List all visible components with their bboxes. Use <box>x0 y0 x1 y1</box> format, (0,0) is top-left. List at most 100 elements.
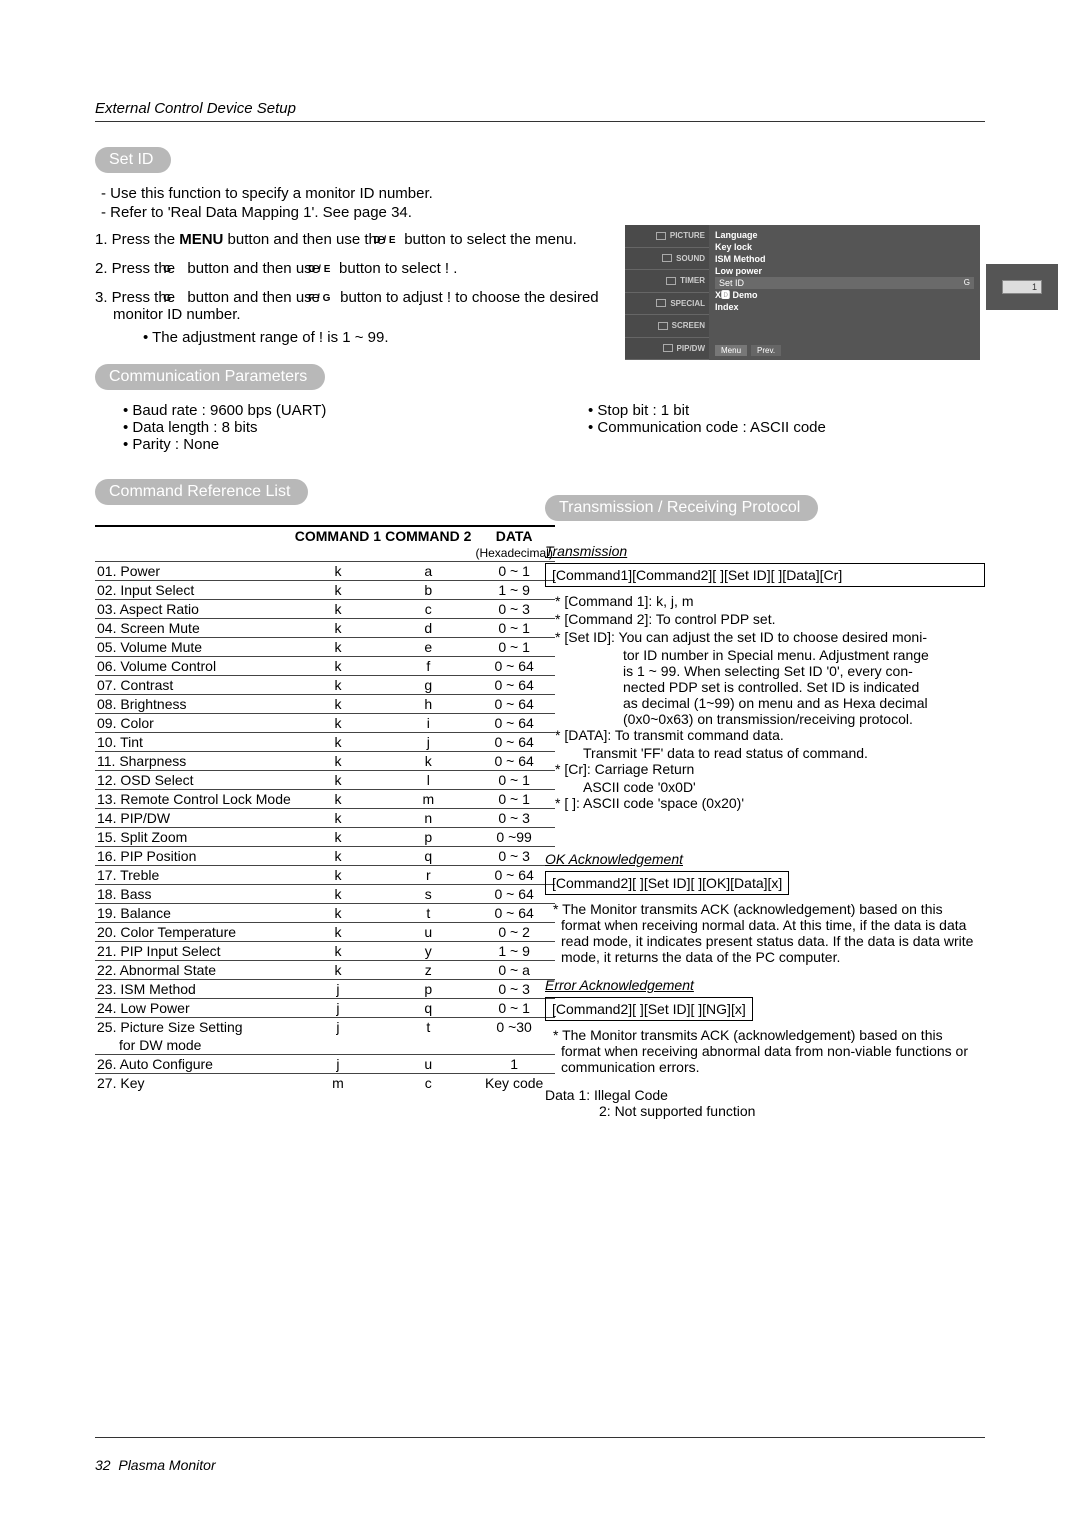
page-footer: 32 Plasma Monitor <box>95 1457 216 1473</box>
table-row: 04. Screen Mutekd0 ~ 1 <box>95 619 555 638</box>
command-table: COMMAND 1 COMMAND 2 DATA (Hexadecimal) 0… <box>95 525 555 1092</box>
cmd-name: 12. OSD Select <box>95 771 293 790</box>
table-row: 18. Bassks0 ~ 64 <box>95 885 555 904</box>
cmd2: k <box>383 752 473 771</box>
cmd2: b <box>383 581 473 600</box>
transmission-notes: * [Command 1]: k, j, m * [Command 2]: To… <box>545 593 985 811</box>
cmd-data: 1 ~ 9 <box>473 581 554 600</box>
cmd-name: 21. PIP Input Select <box>95 942 293 961</box>
cmd2: a <box>383 562 473 581</box>
th-data-sub: (Hexadecimal) <box>473 545 554 562</box>
table-row: 20. Color Temperatureku0 ~ 2 <box>95 923 555 942</box>
cmd-data: 0 ~ 64 <box>473 752 554 771</box>
ok-ack-box: [Command2][ ][Set ID][ ][OK][Data][x] <box>545 871 789 895</box>
table-row: 09. Colorki0 ~ 64 <box>95 714 555 733</box>
bullet-item: Use this function to specify a monitor I… <box>101 185 635 202</box>
cmd-extra: for DW mode <box>95 1036 293 1055</box>
cmd1: k <box>293 657 383 676</box>
cmd-data: 0 ~ 3 <box>473 847 554 866</box>
osd-tab: PICTURE <box>625 225 709 248</box>
table-row: for DW mode <box>95 1036 555 1055</box>
cmd-name: 20. Color Temperature <box>95 923 293 942</box>
table-row: 02. Input Selectkb1 ~ 9 <box>95 581 555 600</box>
cmd-data: 0 ~ 64 <box>473 714 554 733</box>
cmd2: i <box>383 714 473 733</box>
g-indicator: G <box>964 277 970 289</box>
note: * [Command 2]: To control PDP set. <box>545 611 985 627</box>
comm-params-heading: Communication Parameters <box>95 364 325 390</box>
t: PIP/DW <box>677 344 705 353</box>
cmd-data: 0 ~ 64 <box>473 657 554 676</box>
table-row: 11. Sharpnesskk0 ~ 64 <box>95 752 555 771</box>
th-data: DATA <box>473 526 554 545</box>
cmd1: j <box>293 1055 383 1074</box>
t: button and then use <box>183 289 324 306</box>
osd-prev-btn: Prev. <box>751 345 781 356</box>
osd-tab: SOUND <box>625 248 709 271</box>
osd-line-selected: Set IDG <box>715 277 974 289</box>
cmd2: q <box>383 999 473 1018</box>
cmd1: m <box>293 1074 383 1093</box>
cmd1: k <box>293 847 383 866</box>
cmd1: k <box>293 733 383 752</box>
osd-menu-graphic: PICTURE SOUND TIMER SPECIAL SCREEN PIP/D… <box>625 225 980 360</box>
cmd2: q <box>383 847 473 866</box>
menu-label: MENU <box>179 231 223 248</box>
cmd2: y <box>383 942 473 961</box>
osd-line: Key lock <box>715 241 974 253</box>
cmd-name: 26. Auto Configure <box>95 1055 293 1074</box>
transmission-title: Transmission <box>545 543 985 559</box>
osd-tab: TIMER <box>625 270 709 293</box>
data-codes: Data 1: Illegal Code 2: Not supported fu… <box>545 1087 985 1119</box>
cmd-name: 14. PIP/DW <box>95 809 293 828</box>
cmd1: k <box>293 638 383 657</box>
cmd2: r <box>383 866 473 885</box>
set-id-steps: 1. Press the MENU button and then use th… <box>95 231 635 346</box>
osd-tab: SPECIAL <box>625 293 709 316</box>
cmd-data: 1 <box>473 1055 554 1074</box>
cmd-name: 16. PIP Position <box>95 847 293 866</box>
cmd2: u <box>383 1055 473 1074</box>
table-row: 05. Volume Muteke0 ~ 1 <box>95 638 555 657</box>
sound-icon <box>662 254 672 262</box>
cmd-name: 08. Brightness <box>95 695 293 714</box>
cmd-name: 03. Aspect Ratio <box>95 600 293 619</box>
table-row: 17. Treblekr0 ~ 64 <box>95 866 555 885</box>
cmd1: k <box>293 619 383 638</box>
osd-menu-btn: Menu <box>715 345 747 356</box>
cmd1: k <box>293 695 383 714</box>
note: * [DATA]: To transmit command data. <box>545 727 985 743</box>
th-cmd1: COMMAND 1 <box>293 526 383 545</box>
cmd-data: 0 ~ 3 <box>473 600 554 619</box>
data-code-1: Data 1: Illegal Code <box>545 1087 985 1103</box>
table-row: 07. Contrastkg0 ~ 64 <box>95 676 555 695</box>
osd-line: Index <box>715 301 974 313</box>
cmd-name: 25. Picture Size Setting <box>95 1018 293 1037</box>
cmd-data: 0 ~30 <box>473 1018 554 1037</box>
cmd1: k <box>293 752 383 771</box>
cmd2: c <box>383 600 473 619</box>
t: PICTURE <box>670 231 705 240</box>
cmd2: m <box>383 790 473 809</box>
screen-icon <box>658 322 668 330</box>
table-row: 16. PIP Positionkq0 ~ 3 <box>95 847 555 866</box>
t: TIMER <box>680 276 705 285</box>
cmd2: j <box>383 733 473 752</box>
param-item: Data length : 8 bits <box>123 419 520 436</box>
cmd1: k <box>293 961 383 980</box>
protocol-heading: Transmission / Receiving Protocol <box>545 495 818 521</box>
err-ack-note: * The Monitor transmits ACK (acknowledge… <box>545 1027 985 1075</box>
osd-setid-value: 1 <box>1002 280 1042 294</box>
t: SCREEN <box>672 321 705 330</box>
params-left: Baud rate : 9600 bps (UART) Data length … <box>95 402 520 453</box>
de-button: D / E <box>324 264 335 275</box>
t: button and then use <box>183 260 324 277</box>
cmd2: u <box>383 923 473 942</box>
footer-label: Plasma Monitor <box>118 1457 215 1473</box>
cmd2: f <box>383 657 473 676</box>
cmd2: z <box>383 961 473 980</box>
osd-line: X🅳 Demo <box>715 289 974 301</box>
table-row: 26. Auto Configureju1 <box>95 1055 555 1074</box>
table-row: 25. Picture Size Settingjt0 ~30 <box>95 1018 555 1037</box>
step: 2. Press the G button and then use D / E… <box>95 260 635 277</box>
